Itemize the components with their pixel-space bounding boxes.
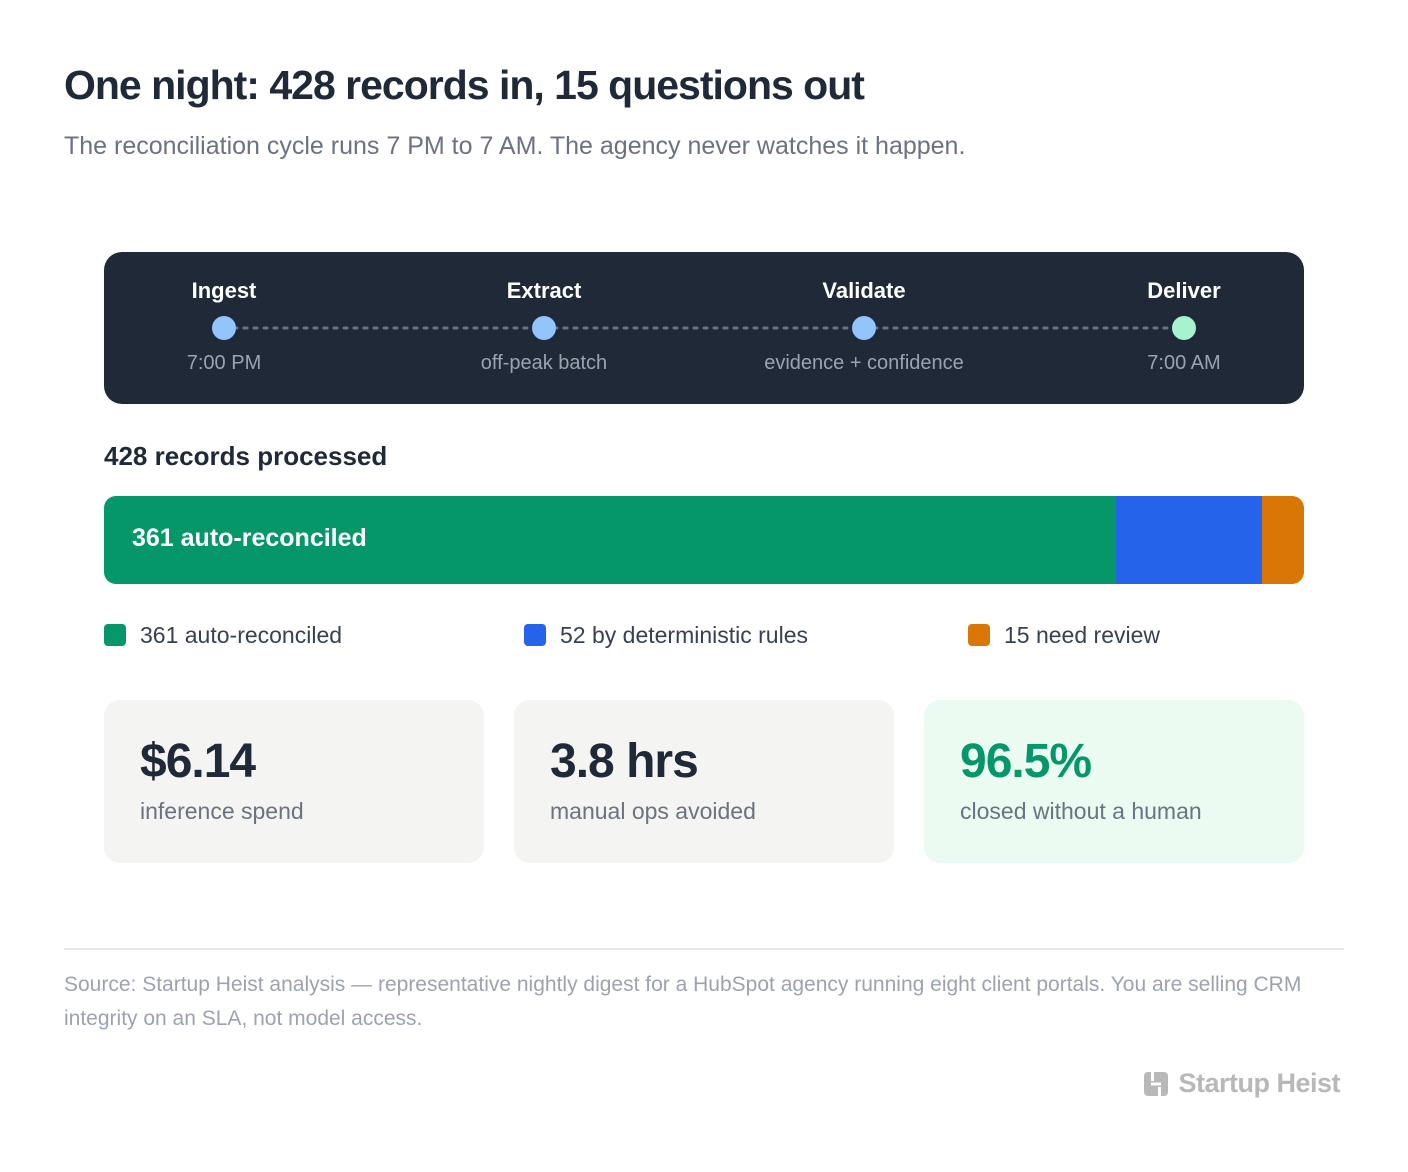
bar-segment-deterministic-rules bbox=[1116, 496, 1262, 584]
stat-value: $6.14 bbox=[140, 735, 256, 788]
stat-label: closed without a human bbox=[960, 798, 1202, 824]
stage-dot-ingest bbox=[212, 316, 236, 340]
stage-dot-extract bbox=[532, 316, 556, 340]
page-subtitle: The reconciliation cycle runs 7 PM to 7 … bbox=[64, 132, 966, 160]
stat-card-manual-ops-avoided: 3.8 hrs manual ops avoided bbox=[514, 700, 894, 863]
brand-logo: Startup Heist bbox=[1142, 1068, 1340, 1099]
legend-swatch bbox=[104, 624, 126, 646]
stage-note: off-peak batch bbox=[480, 352, 608, 374]
startup-heist-logo-icon bbox=[1144, 1071, 1169, 1096]
legend-label: 361 auto-reconciled bbox=[140, 621, 343, 648]
stage-dot-validate bbox=[852, 316, 876, 340]
source-note: Source: Startup Heist analysis — represe… bbox=[64, 973, 1302, 1030]
stat-card-inference-spend: $6.14 inference spend bbox=[104, 700, 484, 863]
legend-label: 15 need review bbox=[1004, 621, 1160, 648]
legend-label: 52 by deterministic rules bbox=[560, 621, 808, 648]
legend-item-deterministic-rules: 52 by deterministic rules bbox=[524, 622, 808, 648]
footer-divider bbox=[64, 948, 1344, 950]
legend-item-auto-reconciled: 361 auto-reconciled bbox=[104, 622, 342, 648]
stage-note: 7:00 AM bbox=[1147, 352, 1221, 374]
stat-label: manual ops avoided bbox=[550, 798, 756, 824]
timeline-panel: Ingest 7:00 PM Extract off-peak batch Va… bbox=[104, 252, 1304, 404]
legend-swatch bbox=[524, 624, 546, 646]
stat-card-closed-without-human: 96.5% closed without a human bbox=[924, 700, 1304, 863]
stage-note: 7:00 PM bbox=[186, 352, 262, 374]
page-title: One night: 428 records in, 15 questions … bbox=[64, 62, 865, 108]
stage-name: Extract bbox=[506, 278, 582, 303]
stage-name: Deliver bbox=[1147, 278, 1221, 303]
bar-segment-auto-reconciled: 361 auto-reconciled bbox=[104, 496, 1117, 584]
stage-name: Validate bbox=[822, 278, 906, 303]
bar-segment-label: 361 auto-reconciled bbox=[132, 524, 367, 552]
legend-item-need-review: 15 need review bbox=[968, 622, 1160, 648]
legend-swatch bbox=[968, 624, 990, 646]
stacked-bar-chart: 361 auto-reconciled bbox=[104, 496, 1304, 584]
stat-label: inference spend bbox=[140, 798, 304, 824]
stage-note: evidence + confidence bbox=[764, 352, 964, 374]
timeline-track bbox=[212, 316, 1196, 340]
stat-value: 96.5% bbox=[960, 735, 1092, 788]
bar-segment-need-review bbox=[1261, 496, 1304, 584]
stat-value: 3.8 hrs bbox=[550, 735, 699, 788]
stage-name: Ingest bbox=[191, 278, 257, 303]
records-processed-heading: 428 records processed bbox=[104, 441, 388, 471]
brand-name: Startup Heist bbox=[1178, 1068, 1340, 1098]
stage-dot-deliver bbox=[1172, 316, 1196, 340]
